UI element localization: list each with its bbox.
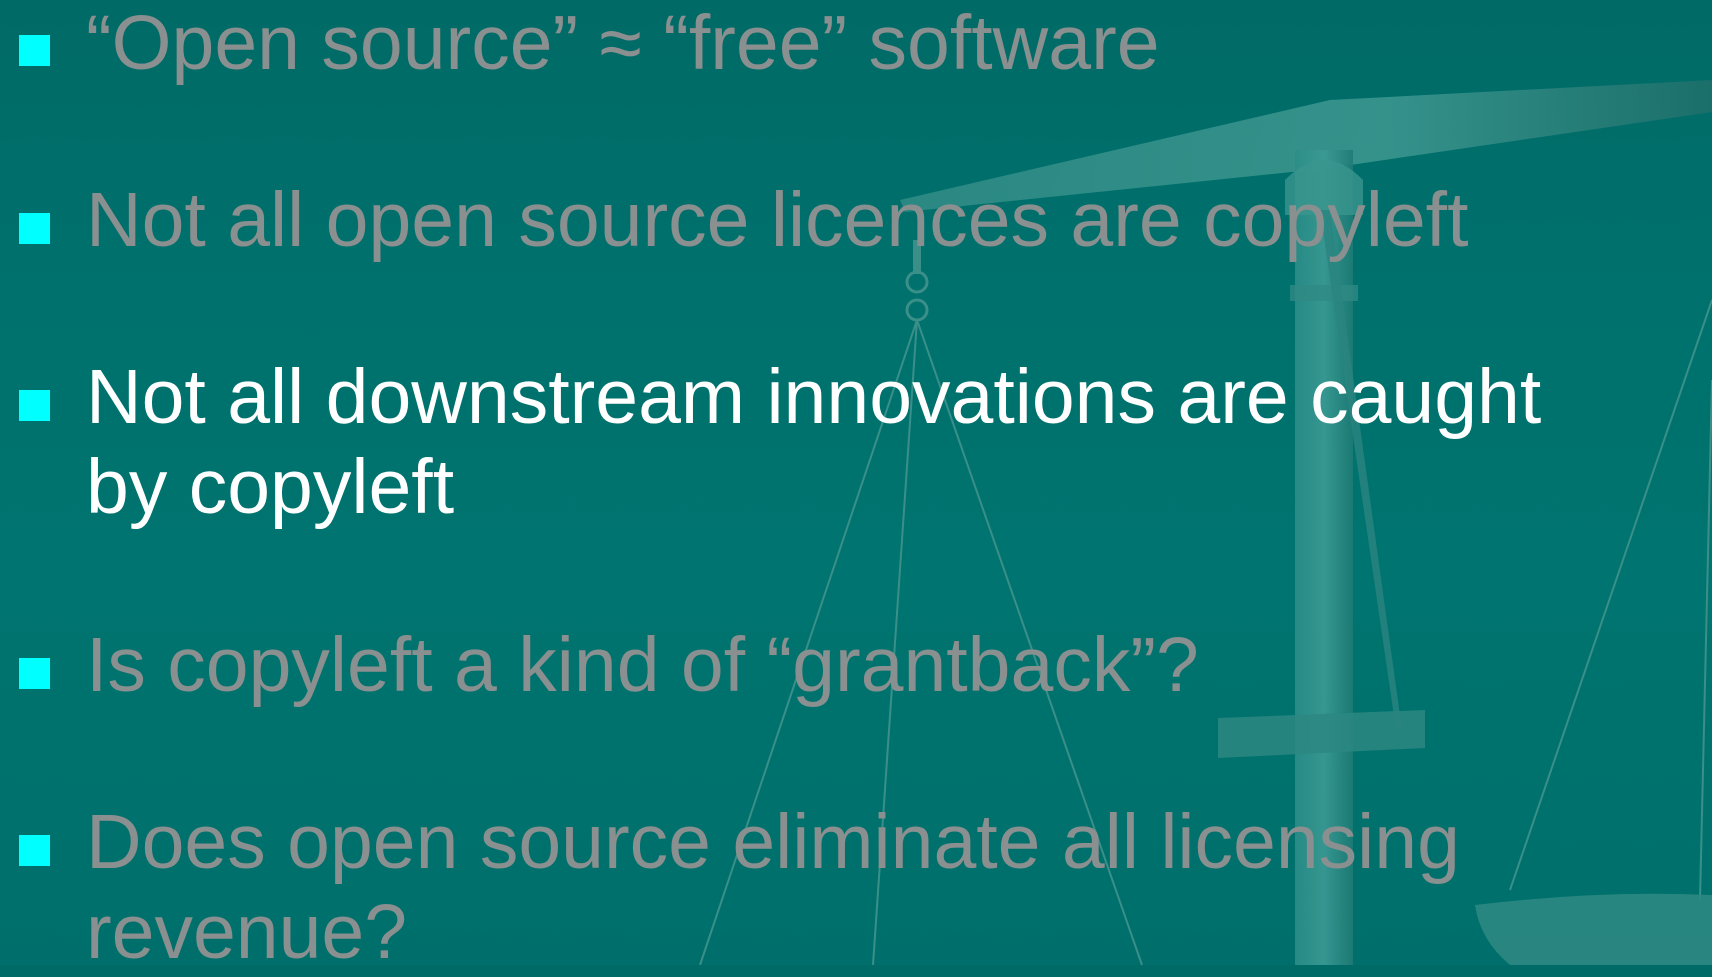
bullet-marker: [19, 213, 50, 244]
bullet-marker: [19, 390, 50, 421]
bullet-text: “Open source” ≈ “free” software: [86, 0, 1696, 88]
bullet-list: “Open source” ≈ “free” software Not all …: [0, 0, 1712, 975]
bullet-marker: [19, 658, 50, 689]
bullet-text: Not all open source licences are copylef…: [86, 175, 1696, 265]
bullet-line: revenue?: [86, 889, 408, 975]
bullet-line: by copyleft: [86, 444, 455, 530]
bullet-line: “Open source” ≈ “free” software: [86, 0, 1160, 86]
bullet-marker: [19, 35, 50, 66]
bullet-line: Not all downstream innovations are caugh…: [86, 354, 1542, 440]
bullet-line: Not all open source licences are copylef…: [86, 177, 1469, 263]
bullet-line: Does open source eliminate all licensing: [86, 799, 1460, 885]
bullet-line: Is copyleft a kind of “grantback”?: [86, 622, 1199, 708]
bullet-text: Is copyleft a kind of “grantback”?: [86, 620, 1696, 710]
bullet-marker: [19, 835, 50, 866]
bullet-text: Does open source eliminate all licensing…: [86, 797, 1696, 977]
bullet-text: Not all downstream innovations are caugh…: [86, 352, 1696, 532]
